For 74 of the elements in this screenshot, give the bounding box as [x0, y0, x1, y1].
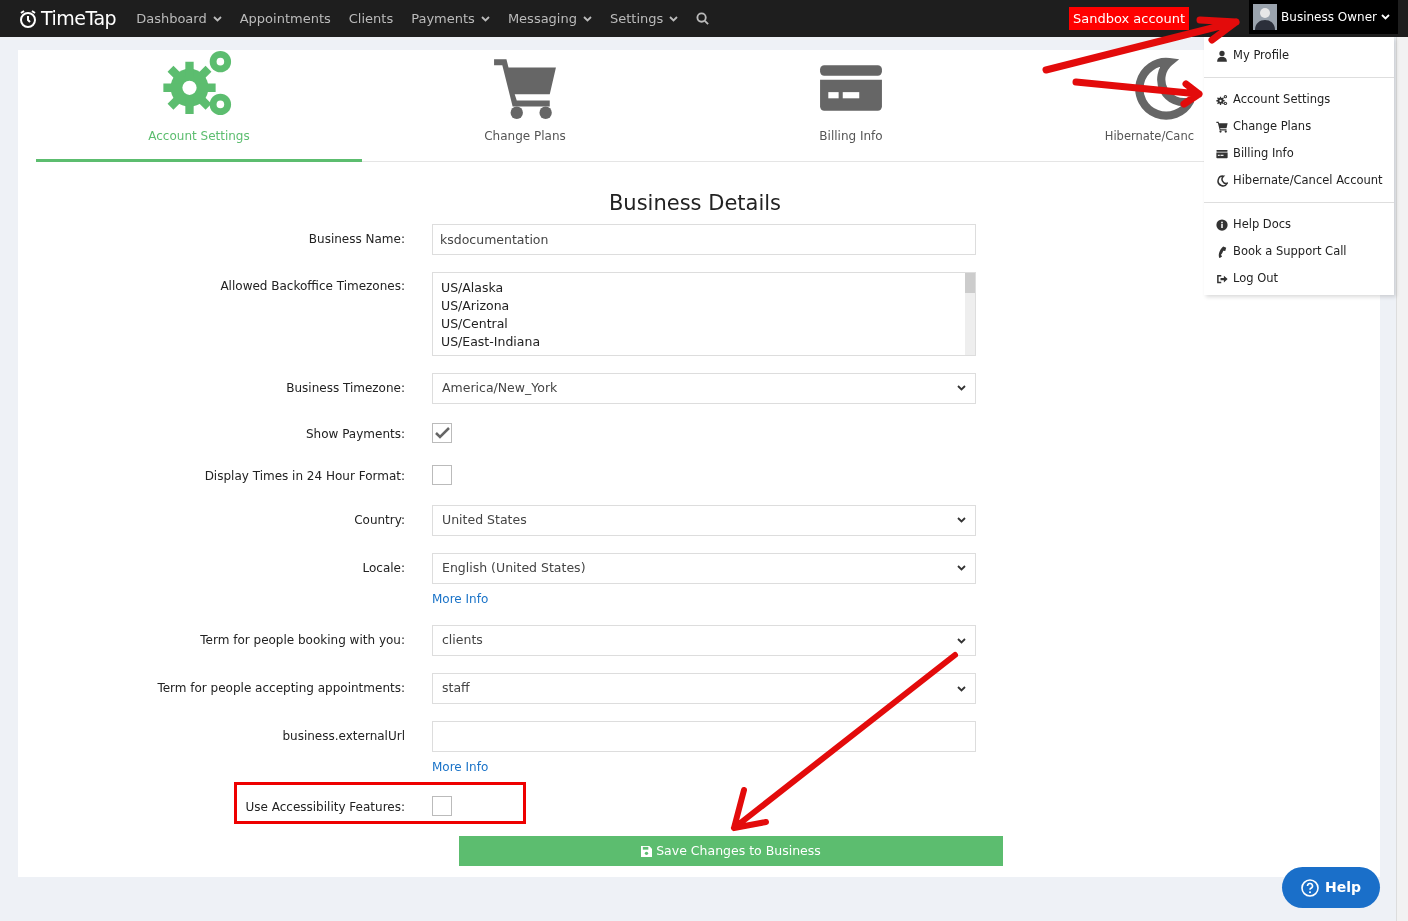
nav-menu-item[interactable]: Messaging — [507, 8, 592, 29]
brand-logo-text[interactable]: TimeTap — [41, 4, 117, 33]
field-label: business.externalUrl — [282, 729, 405, 744]
credit-card-icon — [1216, 147, 1228, 160]
select-field[interactable]: English (United States) — [432, 552, 976, 584]
more-info-link[interactable]: More Info — [432, 589, 489, 608]
nav-menu-item[interactable]: Appointments — [239, 8, 331, 29]
select-field[interactable]: United States — [432, 504, 976, 536]
caret-icon — [212, 15, 222, 22]
checkbox[interactable] — [432, 796, 452, 816]
scrollbar[interactable] — [965, 272, 975, 355]
user-icon — [1216, 49, 1228, 62]
sandbox-badge: Sandbox account — [1068, 6, 1190, 31]
select-field[interactable]: clients — [432, 625, 976, 657]
tab[interactable]: Hibernate/Canc — [1014, 50, 1200, 162]
dropdown-item[interactable]: Log Out — [1204, 265, 1394, 292]
field-label: Country: — [354, 512, 405, 527]
user-menu-button[interactable]: Business Owner — [1249, 0, 1398, 34]
avatar-icon — [1253, 4, 1278, 30]
select-field[interactable]: staff — [432, 673, 976, 705]
caret-icon — [957, 385, 966, 391]
scrollbar[interactable] — [1396, 37, 1408, 921]
dropdown-item[interactable]: Change Plans — [1204, 113, 1394, 140]
dropdown-item[interactable]: Account Settings — [1204, 86, 1394, 113]
checkbox[interactable] — [432, 464, 452, 485]
nav-menu-item[interactable]: Dashboard — [136, 8, 222, 29]
dropdown-item[interactable]: Hibernate/Cancel Account — [1204, 167, 1394, 194]
field-label: Use Accessibility Features: — [245, 800, 405, 814]
field-label: Term for people accepting appointments: — [157, 681, 405, 696]
listbox-option[interactable]: US/Alaska — [441, 278, 967, 297]
caret-icon — [669, 15, 679, 22]
caret-icon — [1381, 14, 1390, 20]
field-label: Display Times in 24 Hour Format: — [204, 468, 405, 483]
help-button[interactable]: Help — [1282, 867, 1380, 908]
timezone-listbox[interactable]: US/Alaska US/Arizona US/Central US/East-Indiana — [432, 271, 976, 356]
caret-icon — [957, 637, 966, 644]
phone-icon — [1216, 245, 1228, 258]
field-label: Business Timezone: — [286, 380, 405, 395]
checkbox[interactable] — [432, 422, 452, 443]
listbox-option[interactable]: US/Central — [441, 314, 967, 333]
moon-icon — [1216, 174, 1228, 187]
tab[interactable]: Billing Info — [688, 50, 1014, 162]
dropdown-item[interactable]: Help Docs — [1204, 211, 1394, 238]
logout-icon — [1216, 272, 1228, 285]
listbox-option[interactable]: US/Arizona — [441, 296, 967, 315]
field-label: Allowed Backoffice Timezones: — [220, 278, 405, 293]
gears-icon — [1216, 93, 1228, 106]
dropdown-item[interactable]: Book a Support Call — [1204, 238, 1394, 265]
nav-menu-item[interactable]: Payments — [411, 8, 490, 29]
caret-icon — [957, 565, 966, 571]
dropdown-item[interactable]: Billing Info — [1204, 140, 1394, 167]
cart-icon — [1216, 120, 1228, 133]
info-icon — [1216, 218, 1228, 231]
section-title: Business Details — [607, 190, 783, 217]
caret-icon — [957, 517, 966, 523]
dropdown-item[interactable]: My Profile — [1204, 42, 1394, 69]
tab[interactable]: Change Plans — [362, 50, 688, 162]
caret-icon — [480, 15, 490, 22]
field-label: Business Name: — [308, 231, 405, 246]
field-label: Show Payments: — [305, 426, 405, 441]
caret-icon — [957, 685, 966, 692]
text-field[interactable]: ksdocumentation — [432, 223, 976, 255]
nav-menu-item[interactable]: Clients — [348, 8, 394, 29]
field-label: Term for people booking with you: — [200, 633, 405, 648]
field-label: Locale: — [362, 560, 405, 575]
caret-icon — [583, 15, 592, 22]
listbox-option[interactable]: US/East-Indiana — [441, 332, 967, 351]
nav-menu-item[interactable]: Settings — [610, 8, 679, 29]
alarm-clock-icon — [18, 8, 38, 29]
more-info-link[interactable]: More Info — [432, 758, 489, 777]
select-field[interactable]: America/New_York — [432, 372, 976, 404]
search-icon[interactable] — [696, 12, 710, 25]
help-icon — [1300, 878, 1319, 897]
text-field[interactable] — [432, 721, 976, 753]
